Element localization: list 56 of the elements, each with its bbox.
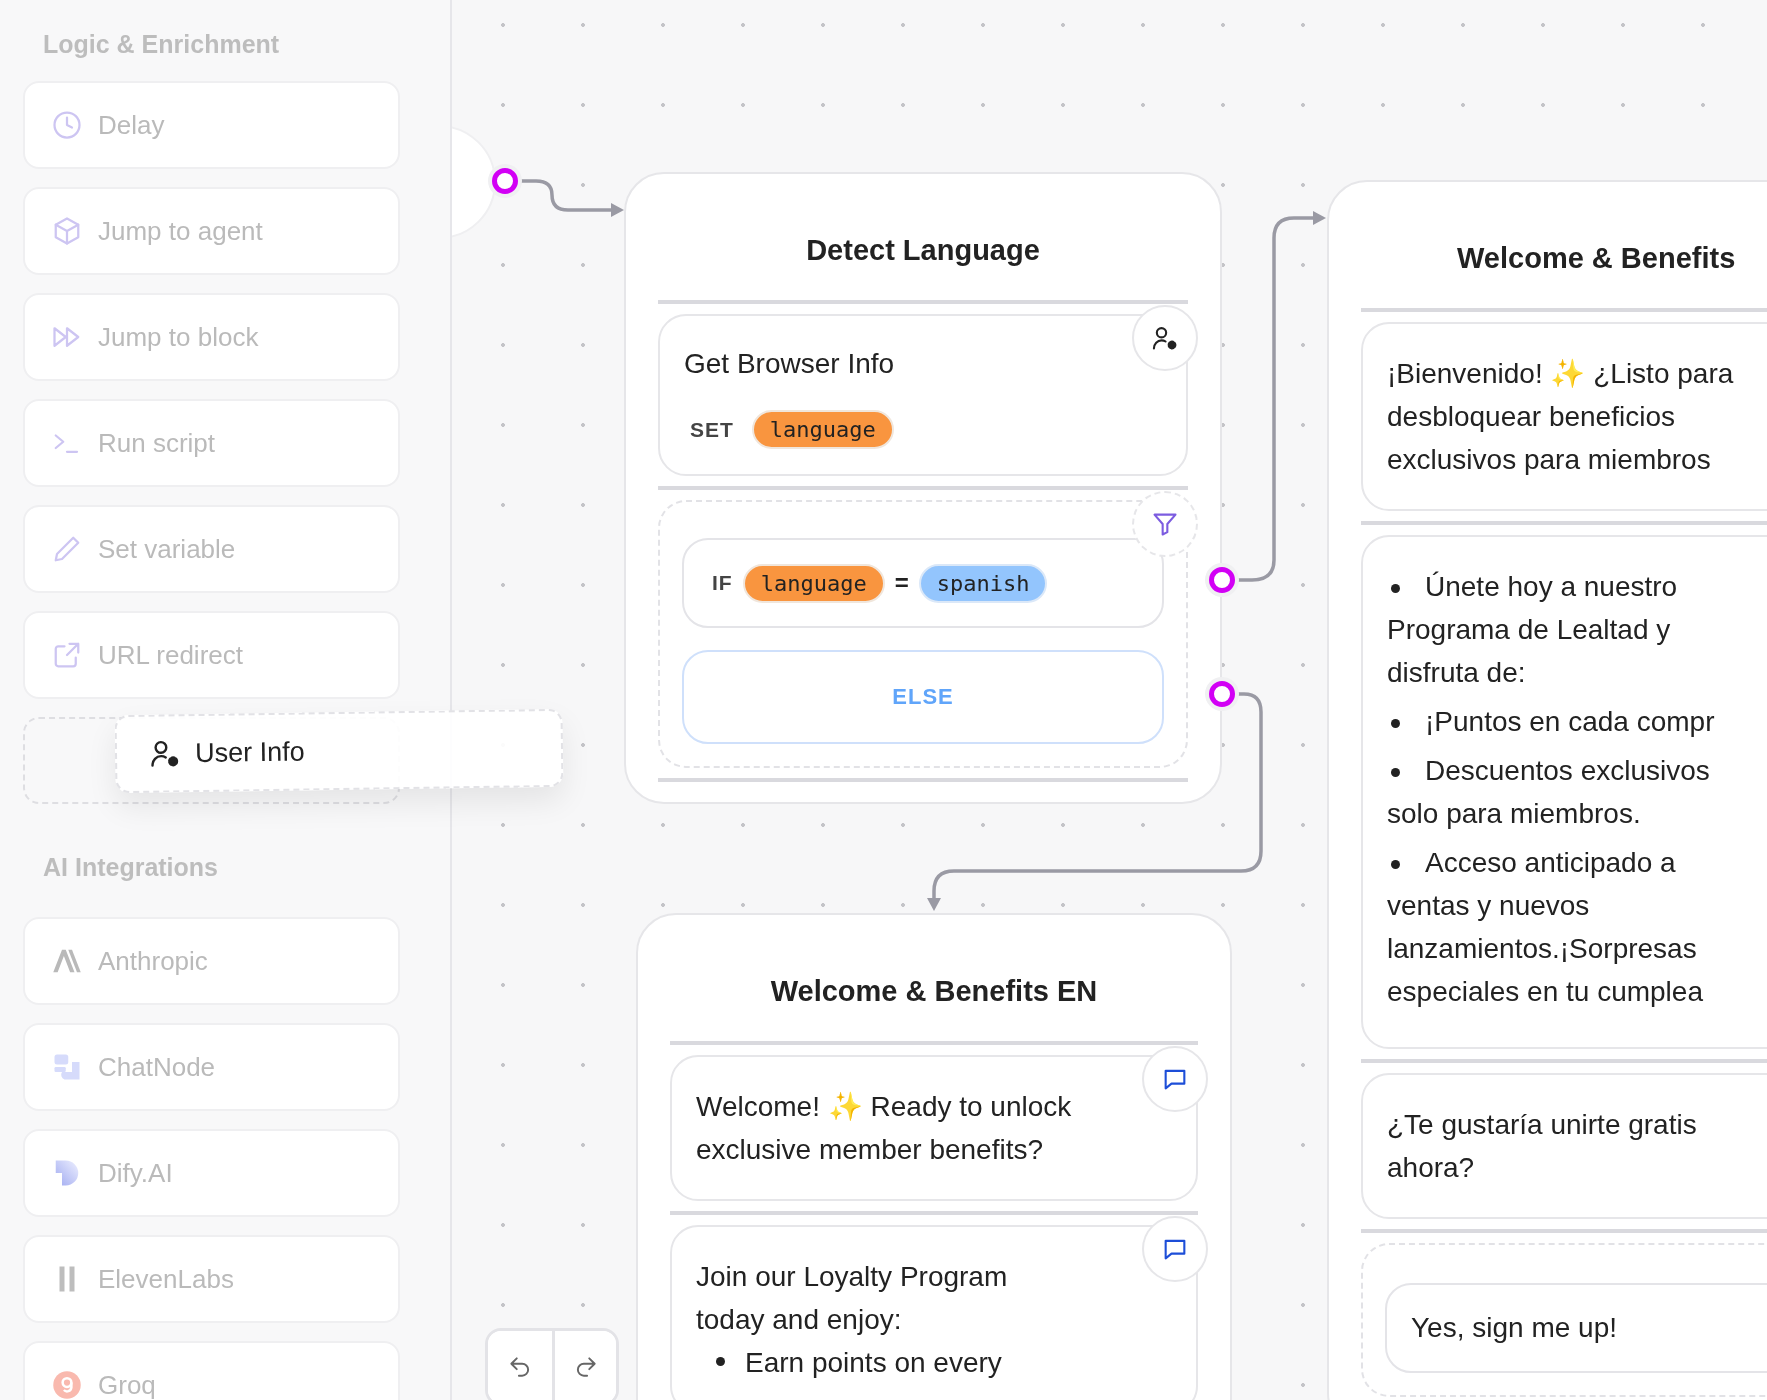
keyword-label: IF xyxy=(712,571,733,595)
flow-node[interactable]: Welcome & Benefits EN Welcome! ✨ Ready to unlock exclusive member benefits? Join our Loyalty Program today and enjoy: Earn points on every xyxy=(636,913,1232,1400)
connection-handle[interactable] xyxy=(1209,567,1235,593)
variable-tag: language xyxy=(751,410,894,449)
variable-tag: language xyxy=(742,563,885,603)
block-item[interactable]: Anthropic xyxy=(23,917,400,1005)
block-item[interactable]: Set variable xyxy=(23,505,400,593)
action-card[interactable]: Get Browser Info SET language xyxy=(658,314,1188,476)
block-item[interactable]: Delay xyxy=(23,81,400,169)
clock-icon xyxy=(52,110,82,140)
section-heading: Logic & Enrichment xyxy=(43,29,281,60)
message-card[interactable] xyxy=(1361,535,1767,1049)
node-title: Welcome & Benefits EN xyxy=(670,915,1198,1045)
external-link-icon xyxy=(52,640,82,670)
action-title: Get Browser Info xyxy=(684,348,896,380)
connection-handle[interactable] xyxy=(492,168,518,194)
node-title: Detect Language xyxy=(658,174,1188,304)
value-tag: spanish xyxy=(918,563,1048,603)
operator-label: = xyxy=(894,569,909,597)
block-item[interactable]: Jump to agent xyxy=(23,187,400,275)
block-item[interactable]: Run script xyxy=(23,399,400,487)
message-card[interactable]: Welcome! ✨ Ready to unlock exclusive member benefits? xyxy=(670,1055,1198,1201)
list-item-text: Únete hoy a nuestro Programa de Lealtad y disfruta de: xyxy=(1387,570,1679,690)
list-item-text: ¡Puntos en cada compr xyxy=(1387,700,1767,743)
pencil-icon xyxy=(52,534,82,564)
bullet-icon xyxy=(716,1357,725,1366)
block-item[interactable]: ChatNode xyxy=(23,1023,400,1111)
dragged-block[interactable]: User Info xyxy=(114,708,564,794)
user-gear-icon xyxy=(1151,324,1179,352)
list-item-text: Acceso anticipado a ventas y nuevos lanzamientos.¡Sorpresas especiales en tu cumplea xyxy=(1387,846,1704,1009)
message-card[interactable]: Join our Loyalty Program today and enjoy: Earn points on every xyxy=(670,1225,1198,1400)
section-heading: AI Integrations xyxy=(43,852,219,883)
connection-handle[interactable] xyxy=(1209,681,1235,707)
message-text: ¡Bienvenido! ✨ ¿Listo para desbloquear beneficios exclusivos para miembros xyxy=(1387,357,1735,477)
message-text: Join our Loyalty Program today and enjoy: xyxy=(696,1260,1009,1337)
message-text: ¿Te gustaría unirte gratis ahora? xyxy=(1387,1108,1698,1185)
logo-icon xyxy=(52,1052,82,1082)
cube-icon xyxy=(52,216,82,246)
message-card[interactable]: ¡Bienvenido! ✨ ¿Listo para desbloquear beneficios exclusivos para miembros xyxy=(1361,322,1767,511)
choice-button[interactable]: Yes, sign me up! xyxy=(1385,1283,1767,1373)
logo-icon xyxy=(52,1370,82,1400)
message-text: Welcome! ✨ Ready to unlock exclusive member benefits? xyxy=(696,1090,1073,1167)
keyword-label: SET xyxy=(690,417,734,442)
redo-button[interactable] xyxy=(552,1331,616,1400)
list-item-text: Descuentos exclusivos solo para miembros. xyxy=(1387,754,1711,831)
block-item[interactable]: ElevenLabs xyxy=(23,1235,400,1323)
condition-card[interactable]: IF language = spanish xyxy=(682,538,1164,628)
flow-node[interactable]: Detect Language Get Browser Info SET language IF language = spanish ELSE xyxy=(624,172,1222,804)
block-item[interactable]: Jump to block xyxy=(23,293,400,381)
block-item[interactable]: Dify.AI xyxy=(23,1129,400,1217)
block-item[interactable]: Groq xyxy=(23,1341,400,1400)
else-button[interactable]: ELSE xyxy=(682,650,1164,744)
block-item[interactable]: URL redirect xyxy=(23,611,400,699)
node-title: Welcome & Benefits xyxy=(1361,182,1767,312)
message-card[interactable]: ¿Te gustaría unirte gratis ahora? xyxy=(1361,1073,1767,1219)
list-item-text: Earn points on every xyxy=(745,1346,1002,1380)
